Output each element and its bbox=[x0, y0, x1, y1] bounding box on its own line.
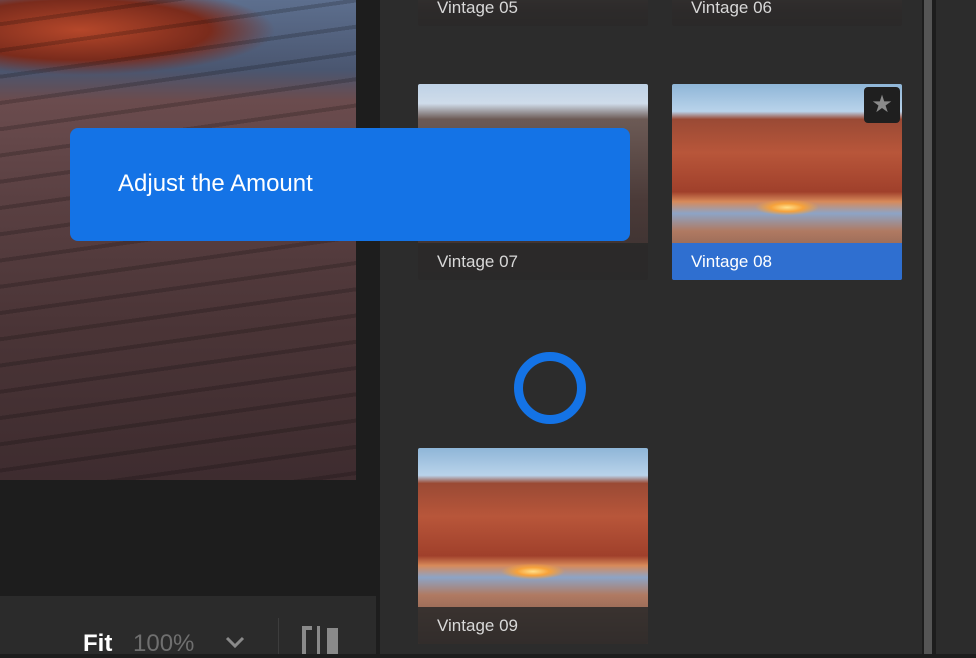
loading-spinner-icon bbox=[514, 352, 586, 424]
preset-thumbnail[interactable]: Vintage 05 bbox=[418, 0, 648, 26]
coachmark-tooltip: Adjust the Amount bbox=[70, 128, 630, 241]
star-icon[interactable]: ★ bbox=[864, 87, 900, 123]
before-after-icon[interactable] bbox=[302, 626, 340, 654]
preset-label: Vintage 07 bbox=[418, 243, 648, 280]
preset-thumbnail[interactable]: Vintage 06 bbox=[672, 0, 902, 26]
preset-label: Vintage 08 bbox=[672, 243, 902, 280]
preset-label: Vintage 09 bbox=[418, 607, 648, 644]
scrollbar[interactable] bbox=[924, 0, 932, 654]
side-panel-edge bbox=[936, 0, 976, 654]
preset-thumbnail[interactable]: Vintage 09 bbox=[418, 448, 648, 644]
preset-thumbnail-selected[interactable]: ★ Vintage 08 bbox=[672, 84, 902, 280]
toolbar-divider bbox=[278, 618, 279, 654]
preset-label: Vintage 05 bbox=[418, 0, 648, 26]
preset-label: Vintage 06 bbox=[672, 0, 902, 26]
chevron-down-icon[interactable] bbox=[224, 634, 246, 650]
